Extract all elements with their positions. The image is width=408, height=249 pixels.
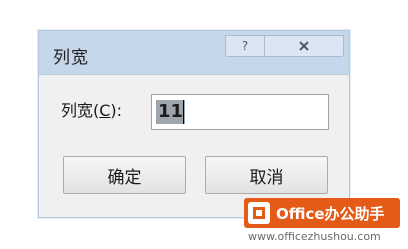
close-icon: [299, 41, 309, 51]
watermark-url: www.officezhushou.com: [248, 230, 381, 243]
watermark-text: Office办公助手: [276, 204, 385, 223]
screenshot-stage: 列宽 ? 列宽(C): 11 确定 取消 Office办公助手 www.offi…: [0, 0, 408, 249]
watermark-badge: Office办公助手: [244, 198, 400, 228]
column-width-value: 11: [156, 100, 186, 124]
close-button[interactable]: [264, 35, 344, 57]
office-logo-icon: [248, 202, 270, 224]
column-width-label-prefix: 列宽(: [61, 101, 100, 120]
dialog-title: 列宽: [53, 48, 89, 68]
dialog-titlebar[interactable]: 列宽 ?: [39, 31, 349, 75]
column-width-accelerator: C: [99, 101, 111, 120]
text-caret: [183, 100, 184, 124]
help-button[interactable]: ?: [225, 35, 265, 57]
column-width-label-suffix: ):: [110, 101, 123, 120]
ok-button[interactable]: 确定: [63, 156, 186, 194]
column-width-input[interactable]: 11: [151, 94, 329, 130]
cancel-button[interactable]: 取消: [205, 156, 328, 194]
column-width-label: 列宽(C):: [61, 97, 122, 121]
dialog-body: 列宽(C): 11 确定 取消: [39, 75, 349, 217]
column-width-dialog: 列宽 ? 列宽(C): 11 确定 取消: [38, 30, 350, 218]
help-icon: ?: [241, 39, 249, 53]
